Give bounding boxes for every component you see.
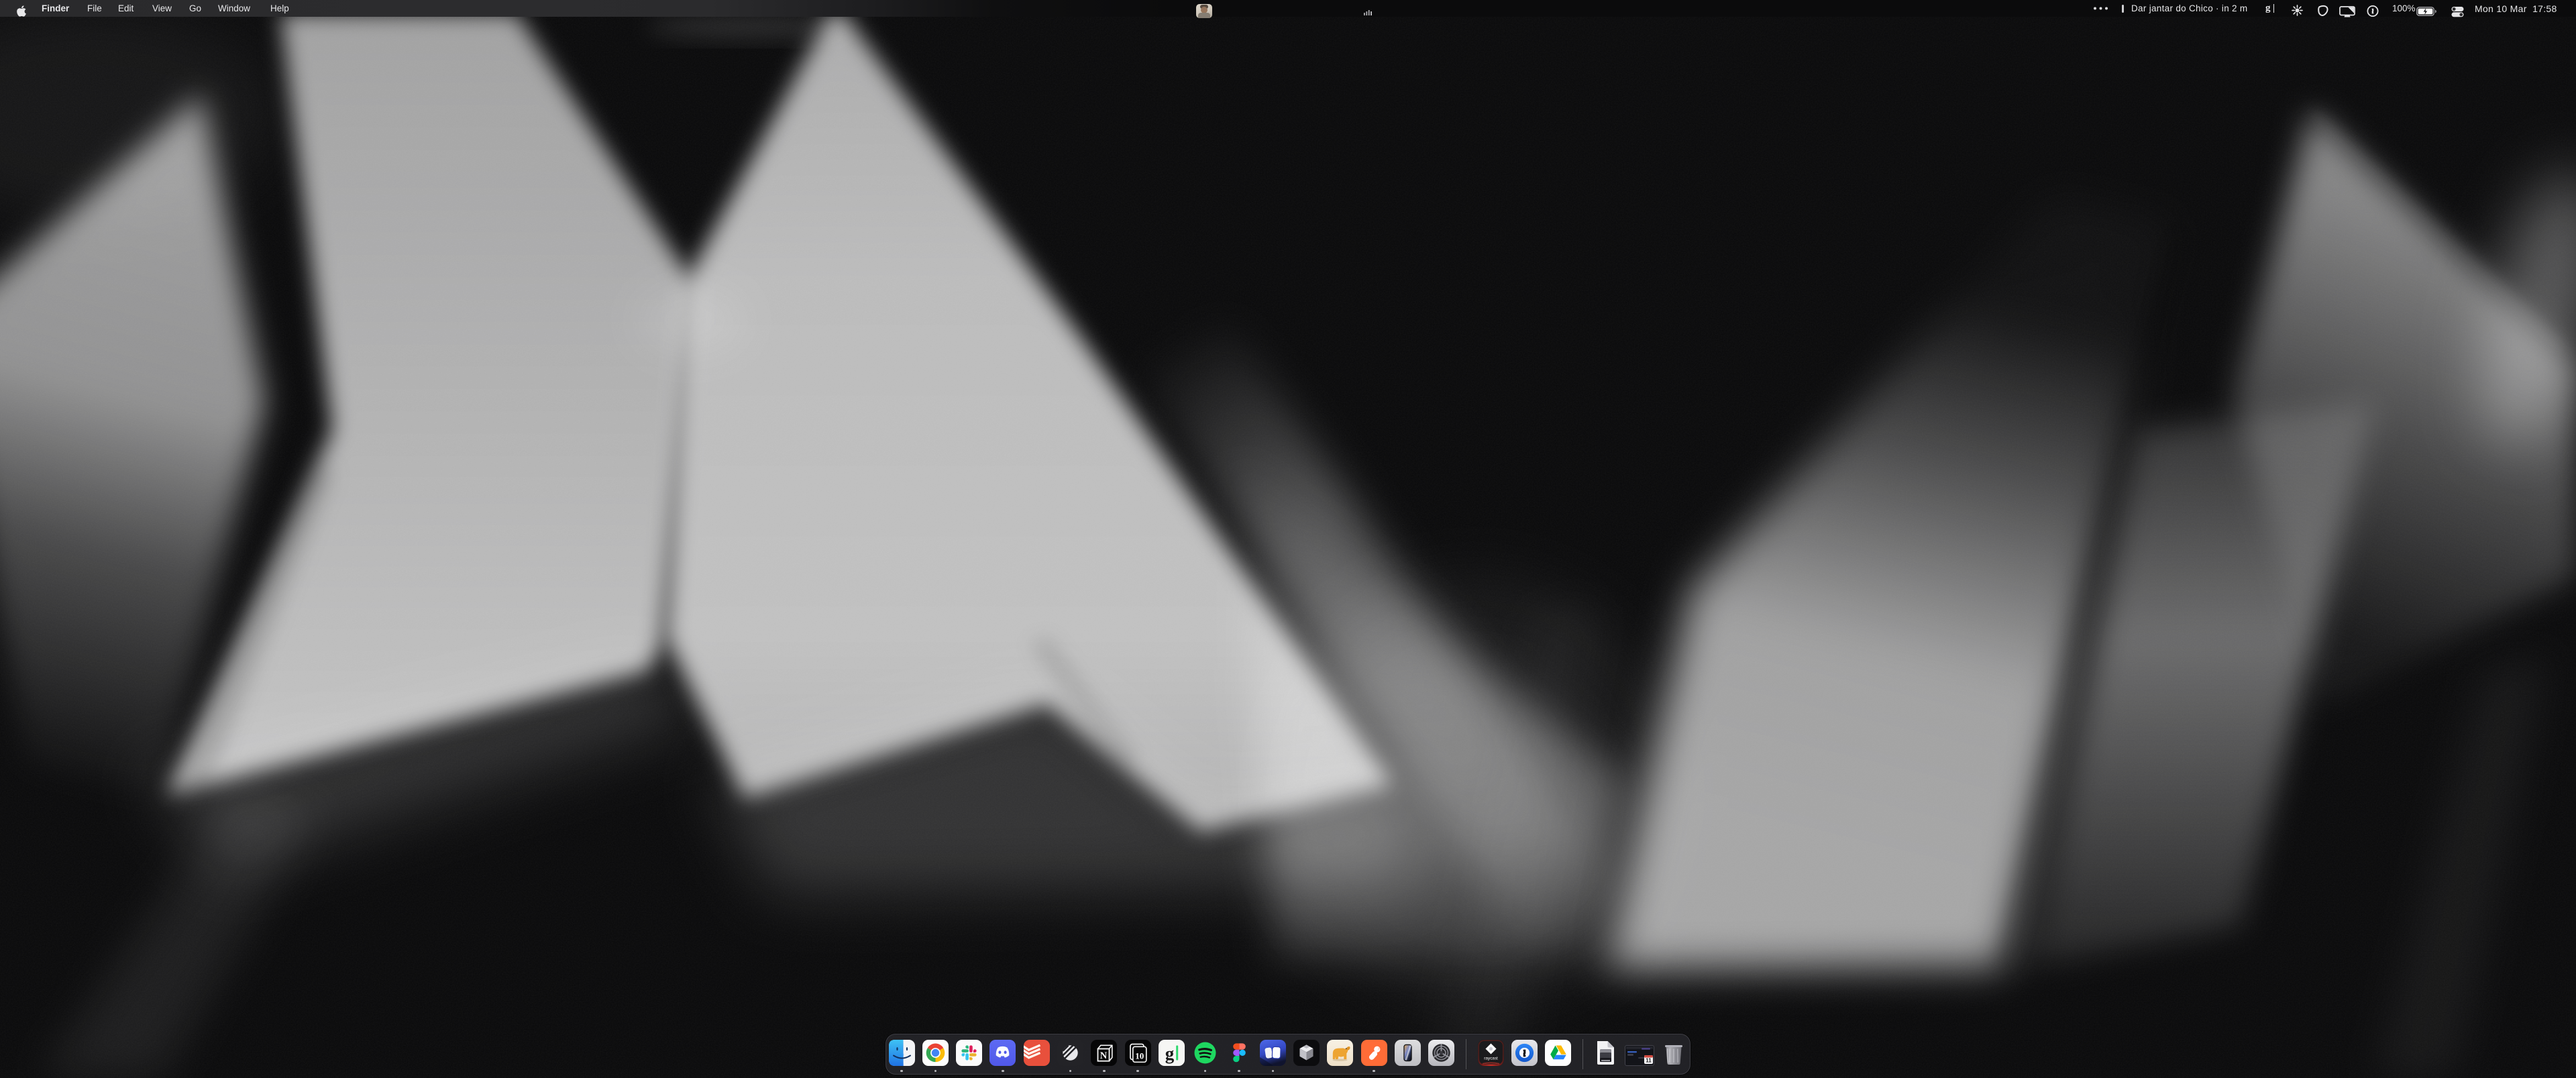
svg-text:N: N — [1100, 1050, 1108, 1061]
svg-text:raycast: raycast — [1484, 1057, 1498, 1061]
svg-text:10: 10 — [1135, 1051, 1144, 1061]
svg-text:11: 11 — [1646, 1058, 1652, 1064]
svg-text:g: g — [1165, 1044, 1175, 1064]
